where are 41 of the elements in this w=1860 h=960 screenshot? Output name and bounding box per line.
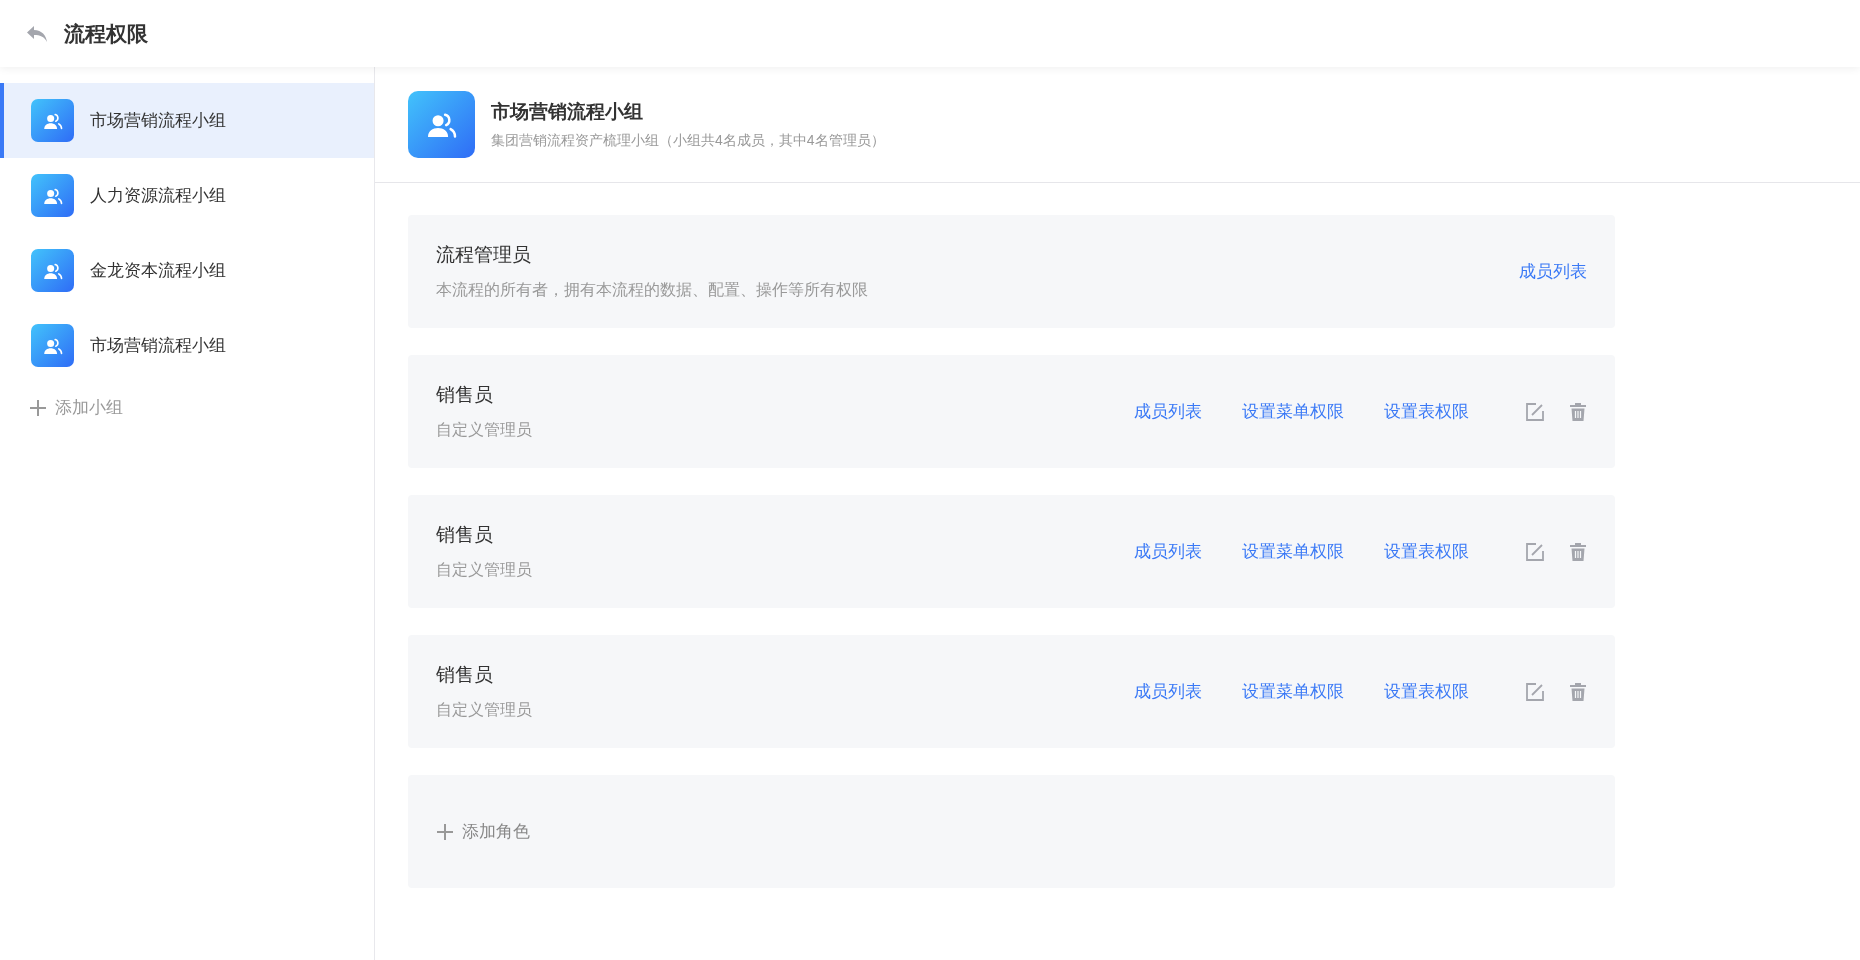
action-link[interactable]: 设置表权限 xyxy=(1384,398,1469,425)
sidebar-item[interactable]: 市场营销流程小组 xyxy=(0,308,374,383)
role-description: 自定义管理员 xyxy=(436,419,532,440)
back-icon[interactable] xyxy=(26,24,48,43)
action-link[interactable]: 设置表权限 xyxy=(1384,538,1469,565)
sidebar-item[interactable]: 人力资源流程小组 xyxy=(0,158,374,233)
group-icon xyxy=(31,99,74,142)
group-name: 市场营销流程小组 xyxy=(491,99,644,124)
page-title: 流程权限 xyxy=(64,20,148,47)
action-link[interactable]: 成员列表 xyxy=(1134,678,1202,705)
sidebar-item[interactable]: 市场营销流程小组 xyxy=(0,83,374,158)
edit-icon[interactable] xyxy=(1525,681,1545,702)
action-link[interactable]: 设置菜单权限 xyxy=(1242,678,1344,705)
role-description: 自定义管理员 xyxy=(436,699,532,720)
edit-icon[interactable] xyxy=(1525,401,1545,422)
group-icon xyxy=(408,91,475,158)
add-role-button[interactable]: 添加角色 xyxy=(408,775,1615,888)
action-link[interactable]: 设置菜单权限 xyxy=(1242,538,1344,565)
action-link[interactable]: 设置表权限 xyxy=(1384,678,1469,705)
action-link[interactable]: 设置菜单权限 xyxy=(1242,398,1344,425)
group-description: 集团营销流程资产梳理小组（小组共4名成员，其中4名管理员） xyxy=(491,131,885,151)
group-icon xyxy=(31,324,74,367)
group-icon xyxy=(31,249,74,292)
plus-icon xyxy=(436,822,454,841)
plus-icon xyxy=(29,399,47,417)
role-name: 销售员 xyxy=(436,523,494,548)
edit-icon[interactable] xyxy=(1525,541,1545,562)
group-icon xyxy=(31,174,74,217)
role-name: 销售员 xyxy=(436,383,494,408)
delete-icon[interactable] xyxy=(1569,681,1587,702)
role-description: 自定义管理员 xyxy=(436,559,532,580)
add-group-button[interactable]: 添加小组 xyxy=(0,383,374,433)
action-link[interactable]: 成员列表 xyxy=(1134,398,1202,425)
action-link[interactable]: 成员列表 xyxy=(1134,538,1202,565)
delete-icon[interactable] xyxy=(1569,401,1587,422)
sidebar-item[interactable]: 金龙资本流程小组 xyxy=(0,233,374,308)
role-name: 销售员 xyxy=(436,663,494,688)
role-description: 本流程的所有者，拥有本流程的数据、配置、操作等所有权限 xyxy=(436,279,868,300)
action-link[interactable]: 成员列表 xyxy=(1519,258,1587,285)
delete-icon[interactable] xyxy=(1569,541,1587,562)
role-name: 流程管理员 xyxy=(436,243,532,268)
